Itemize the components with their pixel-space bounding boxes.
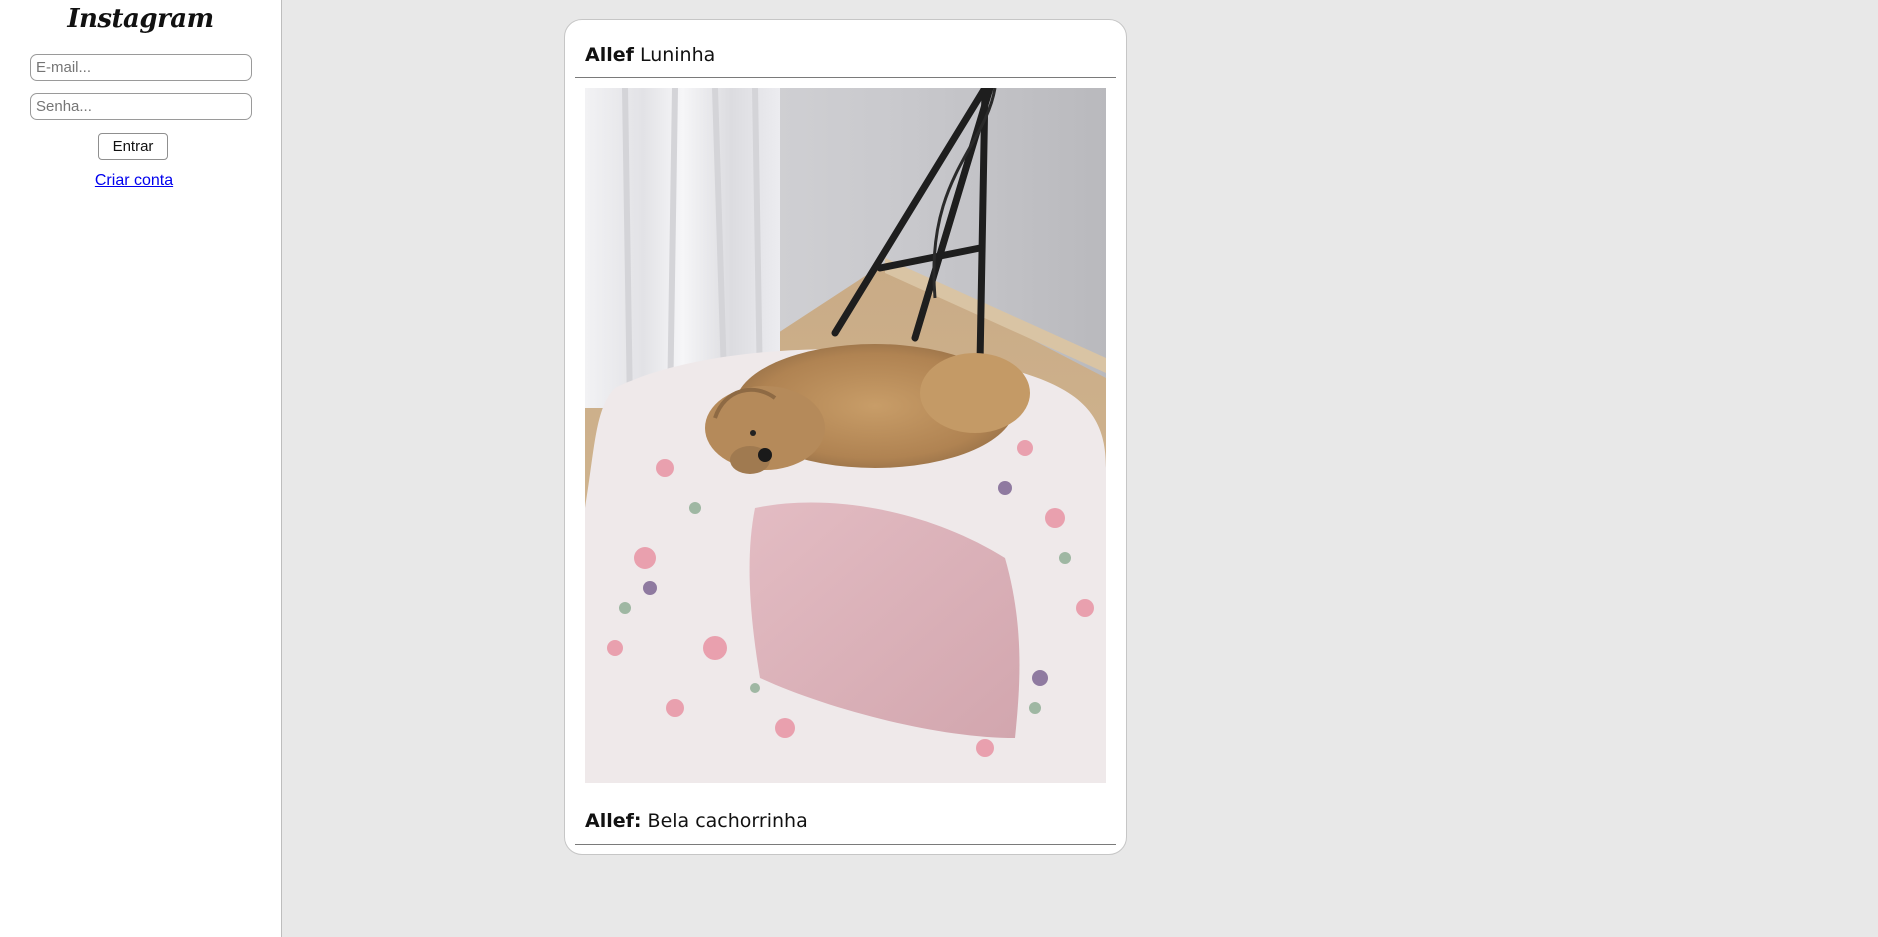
footer-divider (575, 844, 1116, 845)
comment-text: Bela cachorrinha (647, 810, 808, 832)
post-header: Allef Luninha (585, 44, 715, 66)
post-card: Allef Luninha Allef: Bela cachorrinha (564, 19, 1127, 855)
post-author: Allef (585, 44, 634, 66)
instagram-logo: Instagram (67, 4, 214, 34)
post-comment: Allef: Bela cachorrinha (585, 810, 808, 832)
post-title: Luninha (639, 44, 716, 66)
comment-author: Allef: (585, 810, 642, 832)
password-input[interactable] (30, 93, 252, 120)
header-divider (575, 77, 1116, 78)
criar-conta-link[interactable]: Criar conta (0, 172, 268, 190)
sidebar: Instagram Entrar Criar conta (0, 0, 282, 937)
post-image (585, 88, 1106, 783)
entrar-button[interactable]: Entrar (98, 133, 168, 160)
email-input[interactable] (30, 54, 252, 81)
